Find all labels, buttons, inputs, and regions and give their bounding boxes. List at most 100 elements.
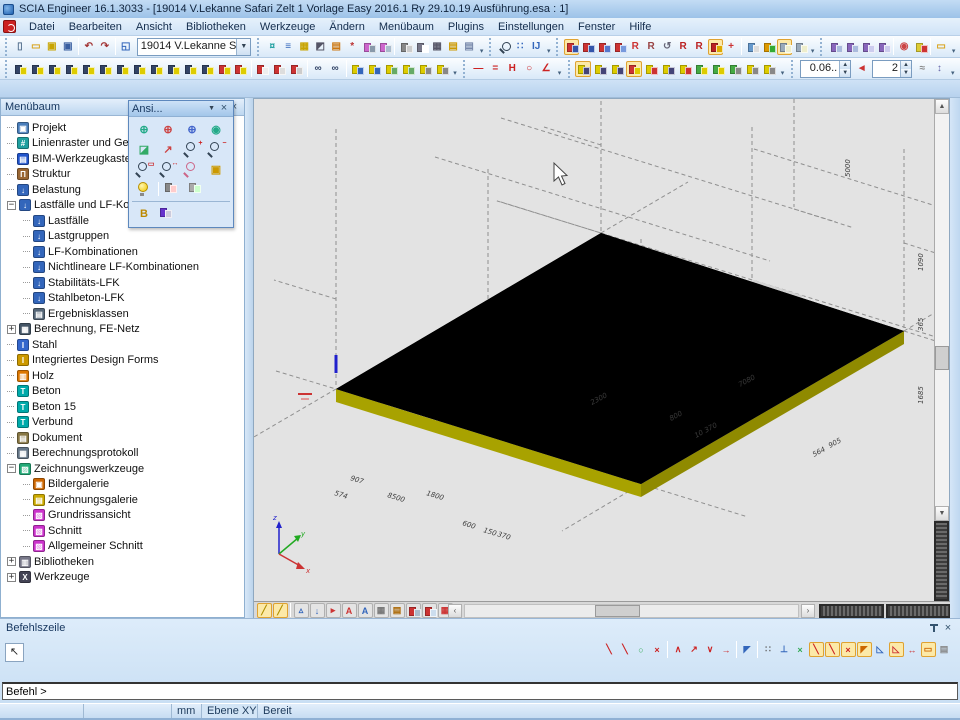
view-window2-icon[interactable] (422, 603, 437, 618)
menu-werkzeuge[interactable]: Werkzeuge (253, 19, 322, 35)
draw-frame-icon[interactable]: H (504, 61, 520, 77)
document-icon[interactable]: ▤ (462, 39, 477, 55)
snap-length-icon[interactable]: ↔ (905, 642, 920, 657)
show-labels-icon[interactable]: A (342, 603, 357, 618)
tree-item-allgemeiner-schnitt[interactable]: ▧Allgemeiner Schnitt (1, 539, 244, 555)
toolbar-grip[interactable] (5, 60, 9, 78)
draw-parallel-icon[interactable]: = (487, 61, 503, 77)
vscroll-thumb[interactable] (935, 346, 949, 370)
copy-element-icon[interactable] (63, 61, 79, 77)
deselect-all-icon[interactable]: R (644, 39, 659, 55)
select-remove-icon[interactable]: R (676, 39, 691, 55)
docked-scrollbar-vertical[interactable] (934, 521, 949, 601)
modify-cursor-icon[interactable] (254, 61, 270, 77)
activity-icon[interactable] (434, 61, 450, 77)
print-preview-icon[interactable] (414, 39, 429, 55)
tree-item-zeichnungswerkzeuge[interactable]: −▨Zeichnungswerkzeuge (1, 461, 244, 477)
tree-item-nichtlineare-lf-kombinationen[interactable]: ↓Nichtlineare LF-Kombinationen (1, 260, 244, 276)
mesh-icon[interactable]: * (345, 39, 360, 55)
move-node-icon[interactable] (12, 61, 28, 77)
draw-angle-icon[interactable]: ∠ (538, 61, 554, 77)
swap-orientation-icon[interactable]: ↕ (931, 61, 947, 77)
viewport-hscrollbar[interactable] (464, 604, 799, 618)
toolbar-grip[interactable] (5, 38, 9, 56)
column-icon[interactable] (626, 61, 642, 77)
project-selector[interactable]: 19014 V.Lekanne S▼ (137, 38, 252, 56)
menu-ndern[interactable]: Ändern (322, 19, 371, 35)
tile-windows-icon[interactable] (844, 39, 859, 55)
snap-direction-icon[interactable]: ↗ (687, 642, 702, 657)
tree-item-grundrissansicht[interactable]: ▧Grundrissansicht (1, 508, 244, 524)
tree-item-beton[interactable]: TBeton (1, 384, 244, 400)
tree-item-lastgruppen[interactable]: ↓Lastgruppen (1, 229, 244, 245)
document-edit-icon[interactable]: ▤ (446, 39, 461, 55)
command-input[interactable] (2, 682, 958, 700)
snap-settings-icon[interactable]: ▤ (937, 642, 952, 657)
tree-item-zeichnungsgalerie[interactable]: ▤Zeichnungsgalerie (1, 492, 244, 508)
cascade-windows-icon[interactable] (828, 39, 843, 55)
close-icon[interactable]: × (942, 623, 954, 634)
calculator-icon[interactable]: ▦ (430, 39, 445, 55)
snap-line-point-icon[interactable]: ╲ (618, 642, 633, 657)
toolbar-grip[interactable] (489, 38, 493, 56)
render-mode-icon[interactable]: ╱ (273, 603, 288, 618)
snap-curve-icon[interactable]: ∨ (703, 642, 718, 657)
toolbar-grip[interactable] (556, 38, 560, 56)
collapse-icon[interactable]: − (7, 464, 16, 473)
docked-scrollbar-h1[interactable] (819, 604, 884, 618)
select-workplane-icon[interactable]: R (628, 39, 643, 55)
select-single-icon[interactable] (564, 39, 579, 55)
cut-out-view-icon[interactable] (913, 39, 928, 55)
tree-item-berechnungsprotokoll[interactable]: ▦Berechnungsprotokoll (1, 446, 244, 462)
shell-icon[interactable] (693, 61, 709, 77)
tree-item-stahlbeton-lfk[interactable]: ↓Stahlbeton-LFK (1, 291, 244, 307)
table-edit-icon[interactable] (288, 61, 304, 77)
chart-icon[interactable]: ◩ (313, 39, 328, 55)
menu-fenster[interactable]: Fenster (571, 19, 622, 35)
snap-tangent-icon[interactable]: ◺ (873, 642, 888, 657)
zoom-out-icon[interactable]: − (205, 139, 228, 159)
ortho-icon[interactable]: × (793, 642, 808, 657)
menu-bibliotheken[interactable]: Bibliotheken (179, 19, 253, 35)
tendon-icon[interactable] (761, 61, 777, 77)
close-all-windows-icon[interactable] (876, 39, 891, 55)
beam-straight-icon[interactable] (575, 61, 591, 77)
snap-polyline-icon[interactable]: ∧ (671, 642, 686, 657)
tree-item-integriertes-design-forms[interactable]: IIntegriertes Design Forms (1, 353, 244, 369)
scale-spinner[interactable]: 0.06..▲▼ (800, 60, 852, 78)
menu-hilfe[interactable]: Hilfe (622, 19, 658, 35)
save-icon[interactable]: ▣ (60, 39, 75, 55)
stretch-icon[interactable] (131, 61, 147, 77)
rotate-icon[interactable] (80, 61, 96, 77)
toolbar-overflow-chevron[interactable]: ▾ (949, 47, 958, 57)
toolbar-grip[interactable] (257, 38, 261, 56)
chevron-down-icon[interactable]: ▼ (236, 39, 250, 55)
hide-selection-icon[interactable] (366, 61, 382, 77)
cursor-snap-icon[interactable]: ◤ (740, 642, 755, 657)
camera-locked-icon[interactable] (186, 179, 209, 199)
toolbar-grip[interactable] (463, 60, 467, 78)
undo-icon[interactable]: ↶ (81, 39, 96, 55)
viewport-canvas[interactable]: 5000109036516857080230080010 37056490585… (254, 99, 936, 601)
view-point-icon[interactable]: ◉ (205, 119, 228, 139)
scale-spinner-arrows[interactable]: ▲▼ (839, 61, 850, 77)
glasses-filter-icon[interactable]: ∞ (327, 61, 343, 77)
load-panel-icon[interactable] (744, 61, 760, 77)
snap-delete-icon[interactable]: × (650, 642, 665, 657)
previous-step-icon[interactable]: ◄ (854, 61, 870, 77)
spin-down-icon[interactable]: ▼ (840, 69, 850, 77)
menu-einstellungen[interactable]: Einstellungen (491, 19, 571, 35)
save-as-icon[interactable]: ▣ (44, 39, 59, 55)
tile-horizontal-icon[interactable] (860, 39, 875, 55)
snap-line-icon[interactable]: ╲ (602, 642, 617, 657)
menu-ansicht[interactable]: Ansicht (129, 19, 179, 35)
glasses-icon[interactable]: ∞ (310, 61, 326, 77)
menu-menbaum[interactable]: Menübaum (372, 19, 441, 35)
zoom-selection-icon[interactable] (181, 159, 204, 179)
snap-midpoint-icon[interactable]: ╲ (809, 642, 824, 657)
slab-icon[interactable] (727, 61, 743, 77)
rendered-window-icon[interactable] (793, 39, 808, 55)
toolbar-overflow-chevron[interactable]: ▾ (544, 47, 553, 57)
spin-down-icon[interactable]: ▼ (901, 69, 911, 77)
collapse-icon[interactable]: − (7, 201, 16, 210)
